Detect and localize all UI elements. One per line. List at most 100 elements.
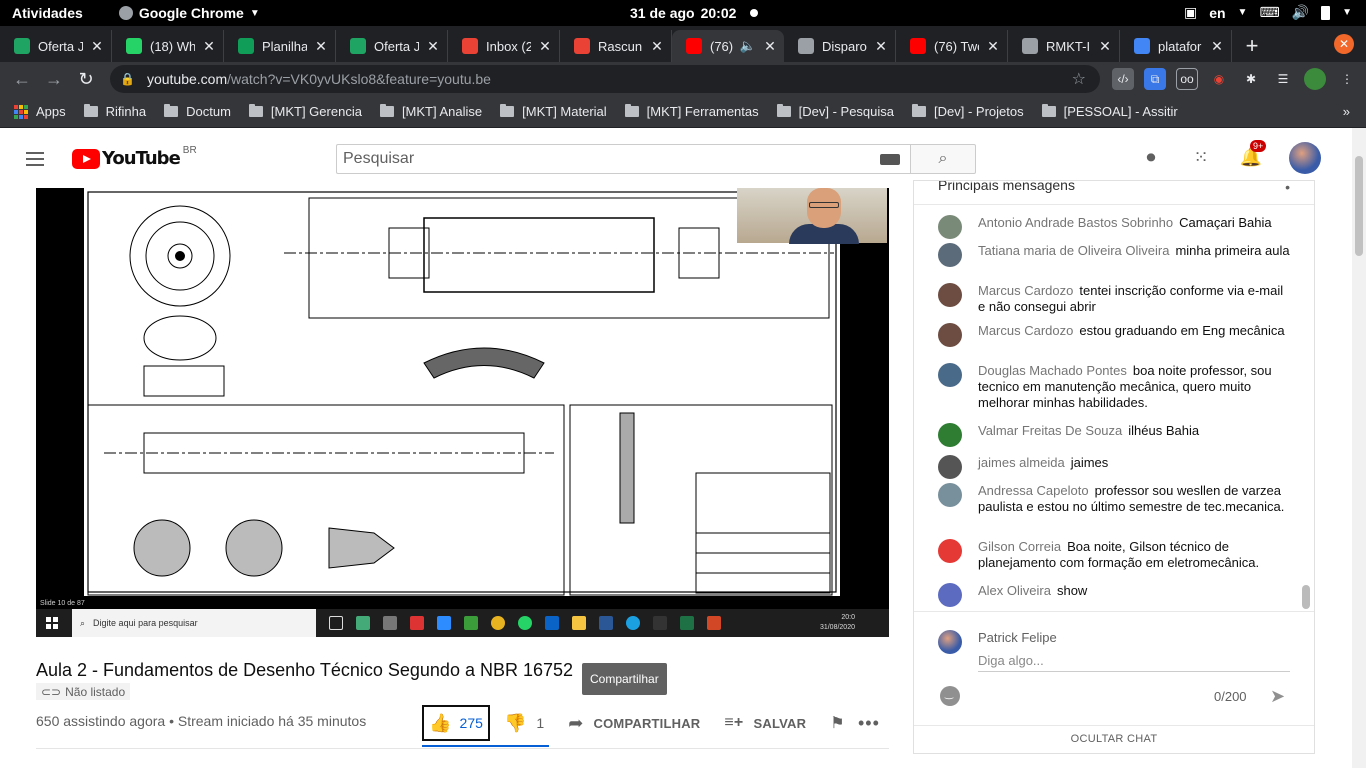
chat-scrollbar[interactable] [1302,585,1310,609]
emoji-icon[interactable] [940,686,960,706]
chat-message[interactable]: Valmar Freitas De Souza ilhéus Bahia [938,423,1290,447]
close-tab-icon[interactable]: ✕ [1209,38,1225,55]
chat-message[interactable]: Marcus Cardozo estou graduando em Eng mec… [938,323,1290,347]
close-tab-icon[interactable]: ✕ [649,38,665,55]
create-video-icon[interactable]: ⏺ [1140,146,1162,168]
tab-audio-icon[interactable]: 🔈 [740,38,756,54]
close-window-icon[interactable]: ✕ [1334,34,1354,54]
chat-author-name[interactable]: Douglas Machado Pontes [978,363,1127,378]
chat-author-name[interactable]: jaimes almeida [978,455,1065,470]
bookmark-item[interactable]: [MKT] Analise [379,104,482,119]
hide-chat-button[interactable]: OCULTAR CHAT [914,725,1314,753]
chat-author-avatar[interactable] [938,363,962,387]
input-language[interactable]: en [1209,5,1225,21]
chat-author-avatar[interactable] [938,539,962,563]
browser-tab[interactable]: Inbox (2 ✕ [448,30,560,62]
save-button[interactable]: ≡+ SALVAR [724,714,806,732]
browser-tab[interactable]: Oferta Ju ✕ [336,30,448,62]
browser-tab[interactable]: (76) Two ✕ [896,30,1008,62]
bookmark-item[interactable]: [Dev] - Pesquisa [776,104,894,119]
chat-author-avatar[interactable] [938,423,962,447]
search-input[interactable] [343,150,863,168]
apps-grid-icon[interactable]: ⁙ [1190,146,1212,168]
close-tab-icon[interactable]: ✕ [985,38,1001,55]
extension-glasses-icon[interactable]: oo [1176,68,1198,90]
send-icon[interactable]: ➤ [1270,686,1285,707]
reload-icon[interactable]: ↻ [70,69,102,90]
media-queue-icon[interactable]: ☰ [1272,68,1294,90]
chat-author-avatar[interactable] [938,243,962,267]
bookmark-item[interactable]: [MKT] Material [500,104,607,119]
new-tab-icon[interactable]: + [1232,30,1272,62]
video-player[interactable]: Slide 10 de 87 ⌕ Digite aqui para pesqui… [36,188,889,637]
bookmark-item[interactable]: Doctum [164,104,231,119]
chat-author-name[interactable]: Antonio Andrade Bastos Sobrinho [978,215,1173,230]
search-button[interactable]: ⌕ [910,144,976,174]
chat-message[interactable]: Tatiana maria de Oliveira Oliveira minha … [938,243,1290,267]
youtube-logo[interactable]: YouTube BR [72,145,197,169]
close-tab-icon[interactable]: ✕ [89,38,105,55]
bookmark-item[interactable]: Rifinha [83,104,146,119]
chat-author-avatar[interactable] [938,215,962,239]
share-button[interactable]: ➦ COMPARTILHAR [568,713,700,734]
chat-input[interactable] [978,650,1290,672]
bookmark-item[interactable]: [MKT] Ferramentas [624,104,759,119]
chrome-menu-icon[interactable]: ⋮ [1336,68,1358,90]
page-scrollbar[interactable] [1352,128,1366,768]
chat-author-avatar[interactable] [938,283,962,307]
lock-icon[interactable]: 🔒 [120,72,135,86]
notifications-bell-icon[interactable]: 🔔 9+ [1240,140,1267,168]
chat-message[interactable]: jaimes almeida jaimes [938,455,1290,479]
chat-author-name[interactable]: Marcus Cardozo [978,283,1073,298]
forward-icon[interactable]: → [38,69,70,90]
close-tab-icon[interactable]: ✕ [873,38,889,55]
activities-button[interactable]: Atividades [12,5,83,21]
bookmark-item[interactable]: [PESSOAL] - Assitir [1041,104,1178,119]
extension-code-icon[interactable]: ‹/› [1112,68,1134,90]
browser-tab[interactable]: (76) 🔈 ✕ [672,30,784,62]
bookmark-item[interactable]: Apps [14,104,66,119]
bookmark-item[interactable]: [Dev] - Projetos [912,104,1024,119]
chat-author-avatar[interactable] [938,483,962,507]
chat-message[interactable]: Andressa Capeloto professor sou wesllen d… [938,483,1290,515]
browser-tab[interactable]: Planilha ✕ [224,30,336,62]
close-tab-icon[interactable]: ✕ [201,38,217,55]
extensions-puzzle-icon[interactable]: ✱ [1240,68,1262,90]
chat-author-name[interactable]: Marcus Cardozo [978,323,1073,338]
chat-author-name[interactable]: Alex Oliveira [978,583,1051,598]
extension-blue-icon[interactable]: ⧉ [1144,68,1166,90]
browser-tab[interactable]: platafor ✕ [1120,30,1232,62]
chat-message[interactable]: Antonio Andrade Bastos Sobrinho Camaçari … [938,215,1290,239]
back-icon[interactable]: ← [6,69,38,90]
app-menu[interactable]: Google Chrome ▼ [118,5,260,21]
report-button[interactable]: ⚑ [830,713,845,733]
more-actions-icon[interactable]: ••• [858,713,880,734]
menu-icon[interactable] [26,152,44,170]
bookmark-star-icon[interactable]: ☆ [1072,69,1086,89]
chat-author-name[interactable]: Andressa Capeloto [978,483,1089,498]
chat-author-avatar[interactable] [938,583,962,607]
bookmark-item[interactable]: [MKT] Gerencia [248,104,362,119]
keyboard-icon[interactable] [880,154,900,165]
account-avatar[interactable] [1289,142,1321,174]
chat-author-avatar[interactable] [938,455,962,479]
close-tab-icon[interactable]: ✕ [537,38,553,55]
dislike-button[interactable]: 👎 1 [504,713,544,734]
address-bar[interactable]: 🔒 youtube.com/watch?v=VK0yvUKslo8&featur… [110,65,1100,93]
chat-message[interactable]: Alex Oliveira show [938,583,1290,607]
browser-tab[interactable]: Oferta Ju ✕ [0,30,112,62]
clock[interactable]: 31 de ago 20:02 [630,5,736,21]
close-tab-icon[interactable]: ✕ [762,38,778,55]
close-tab-icon[interactable]: ✕ [1097,38,1113,55]
close-tab-icon[interactable]: ✕ [313,38,329,55]
chat-author-avatar[interactable] [938,323,962,347]
browser-tab[interactable]: (18) Wha ✕ [112,30,224,62]
profile-avatar-icon[interactable] [1304,68,1326,90]
browser-tab[interactable]: Rascun ✕ [560,30,672,62]
more-bookmarks-icon[interactable]: » [1343,104,1350,119]
scrollbar-thumb[interactable] [1355,156,1363,256]
browser-tab[interactable]: RMKT-IN ✕ [1008,30,1120,62]
chat-author-name[interactable]: Tatiana maria de Oliveira Oliveira [978,243,1169,258]
chat-mode-label[interactable]: Principais mensagens [938,181,1075,193]
chat-author-name[interactable]: Gilson Correia [978,539,1061,554]
